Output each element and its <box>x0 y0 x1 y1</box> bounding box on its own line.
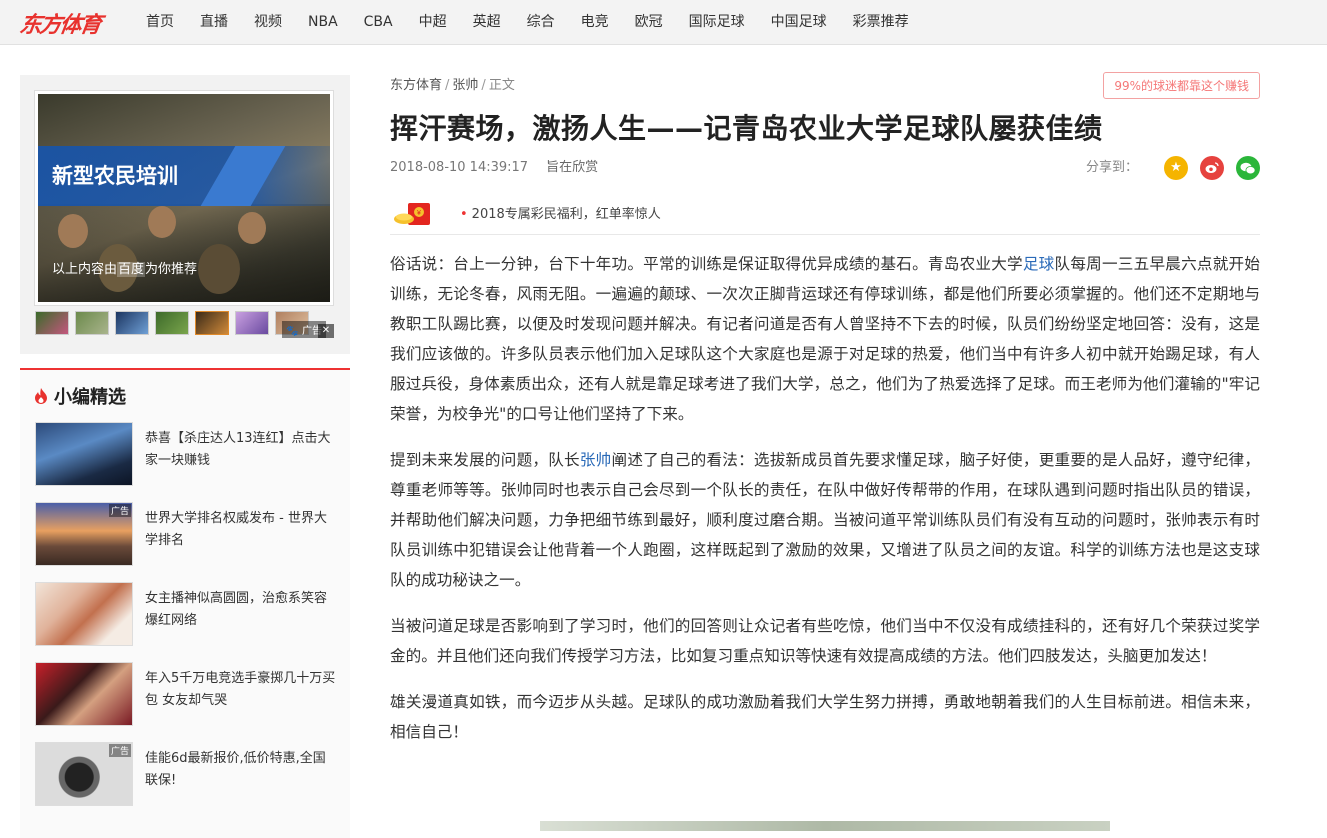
share-bar: 分享到： ★ <box>1086 155 1260 181</box>
ad-caption-prefix: 以上内容由 <box>52 262 118 277</box>
paragraph-text: 俗话说：台上一分钟，台下十年功。平常的训练是保证取得优异成绩的基石。青岛农业大学 <box>390 255 1023 273</box>
pick-ad-badge: 广告 <box>108 744 131 757</box>
ad-box: 新型农民培训 以上内容由百度为你推荐 🐾 广告 ✕ <box>20 75 350 354</box>
editor-picks-header: 小编精选 <box>20 370 350 422</box>
ad-person-shape <box>58 214 88 248</box>
ad-thumbnail[interactable] <box>75 311 109 335</box>
weibo-icon[interactable] <box>1200 156 1224 180</box>
pick-thumbnail[interactable]: 广告 <box>35 502 133 566</box>
flame-icon <box>35 388 47 404</box>
nav-item-china-football[interactable]: 中国足球 <box>771 0 827 45</box>
article-photo <box>540 821 1110 831</box>
weibo-glyph <box>1205 162 1219 173</box>
nav-item-live[interactable]: 直播 <box>200 0 228 45</box>
pick-thumbnail[interactable] <box>35 662 133 726</box>
lottery-promo-text: 2018专属彩民福利，红单率惊人 <box>471 207 661 222</box>
article-paragraph: 雄关漫道真如铁，而今迈步从头越。足球队的成功激励着我们大学生努力拼搏，勇敢地朝着… <box>390 693 1260 741</box>
nav-item-esports[interactable]: 电竞 <box>581 0 609 45</box>
ad-person-shape <box>238 212 266 244</box>
pick-item[interactable]: 广告 佳能6d最新报价,低价特惠,全国联保! <box>20 742 350 822</box>
article-title: 挥汗赛场，激扬人生——记青岛农业大学足球队屡获佳绩 <box>390 112 1103 145</box>
article-paragraph: 俗话说：台上一分钟，台下十年功。平常的训练是保证取得优异成绩的基石。青岛农业大学… <box>390 249 1260 429</box>
left-sidebar: 新型农民培训 以上内容由百度为你推荐 🐾 广告 ✕ 小编精选 恭喜【杀庄达人13… <box>20 75 350 838</box>
editor-picks-title: 小编精选 <box>54 387 126 408</box>
wechat-icon[interactable] <box>1236 156 1260 180</box>
ad-person-shape <box>198 244 240 294</box>
ad-thumbnail[interactable] <box>195 311 229 335</box>
site-logo[interactable]: 东方体育 <box>18 7 103 39</box>
article-paragraph: 当被问道足球是否影响到了学习时，他们的回答则让众记者有些吃惊，他们当中不仅没有成… <box>390 617 1260 665</box>
pick-ad-badge: 广告 <box>108 504 131 517</box>
pick-item[interactable]: 广告 世界大学排名权威发布 - 世界大学排名 <box>20 502 350 582</box>
wechat-glyph <box>1240 162 1256 174</box>
ad-banner-text: 新型农民培训 <box>52 164 178 188</box>
ad-caption-highlight: 百度 <box>117 262 146 277</box>
article-main: 东方体育 / 张帅 / 正文 99%的球迷都靠这个赚钱 挥汗赛场，激扬人生——记青岛农业… <box>390 72 1260 831</box>
keyword-link-football[interactable]: 足球 <box>1023 255 1055 273</box>
pick-item[interactable]: 年入5千万电竞选手豪掷几十万买包 女友却气哭 <box>20 662 350 742</box>
nav-item-ucl[interactable]: 欧冠 <box>635 0 663 45</box>
ad-thumbnail[interactable] <box>35 311 69 335</box>
paragraph-text: 阐述了自己的看法：选拔新成员首先要求懂足球，脑子好使，更重要的是人品好，遵守纪律… <box>390 451 1260 589</box>
keyword-link-zhangshuai[interactable]: 张帅 <box>580 451 612 469</box>
breadcrumb-home[interactable]: 东方体育 <box>390 78 442 93</box>
lottery-promo-link[interactable]: • 2018专属彩民福利，红单率惊人 <box>460 203 661 222</box>
nav-item-home[interactable]: 首页 <box>146 0 174 45</box>
nav-item-video[interactable]: 视频 <box>254 0 282 45</box>
top-nav-bar: 东方体育 首页 直播 视频 NBA CBA 中超 英超 综合 电竞 欧冠 国际足… <box>0 0 1327 45</box>
main-nav: 首页 直播 视频 NBA CBA 中超 英超 综合 电竞 欧冠 国际足球 中国足… <box>146 0 935 45</box>
pick-thumbnail[interactable] <box>35 422 133 486</box>
pick-item[interactable]: 恭喜【杀庄达人13连红】点击大家一块赚钱 <box>20 422 350 502</box>
breadcrumb-separator: / <box>445 78 450 93</box>
breadcrumb-current: 正文 <box>488 78 515 93</box>
ad-thumbnail[interactable] <box>115 311 149 335</box>
paragraph-text: 队每周一三五早晨六点就开始训练，无论冬春，风雨无阻。一遍遍的颠球、一次次正脚背运… <box>390 255 1260 423</box>
ad-close-button[interactable]: ✕ <box>318 324 334 338</box>
ad-image[interactable]: 新型农民培训 以上内容由百度为你推荐 <box>34 90 334 306</box>
ad-caption-suffix: 为你推荐 <box>145 262 198 277</box>
nav-item-epl[interactable]: 英超 <box>473 0 501 45</box>
ad-thumbnail[interactable] <box>235 311 269 335</box>
ad-caption: 以上内容由百度为你推荐 <box>52 258 197 277</box>
nav-item-nba[interactable]: NBA <box>308 0 338 45</box>
nav-item-csl[interactable]: 中超 <box>419 0 447 45</box>
pick-thumbnail[interactable]: 广告 <box>35 742 133 806</box>
article-meta: 2018-08-10 14:39:17 旨在欣赏 分享到： ★ <box>390 155 1260 181</box>
editor-picks: 小编精选 恭喜【杀庄达人13连红】点击大家一块赚钱 广告 世界大学排名权威发布 … <box>20 368 350 838</box>
article-body: 俗话说：台上一分钟，台下十年功。平常的训练是保证取得优异成绩的基石。青岛农业大学… <box>390 249 1260 747</box>
pick-title[interactable]: 佳能6d最新报价,低价特惠,全国联保! <box>145 748 337 792</box>
red-packet-icon[interactable]: ¥ <box>392 199 434 227</box>
paragraph-text: 提到未来发展的问题，队长 <box>390 451 580 469</box>
nav-item-general[interactable]: 综合 <box>527 0 555 45</box>
svg-text:¥: ¥ <box>417 210 421 217</box>
qzone-star-icon[interactable]: ★ <box>1164 156 1188 180</box>
article-paragraph: 提到未来发展的问题，队长张帅阐述了自己的看法：选拔新成员首先要求懂足球，脑子好使… <box>390 445 1260 595</box>
article-source: 旨在欣赏 <box>546 160 599 175</box>
pick-title[interactable]: 世界大学排名权威发布 - 世界大学排名 <box>145 508 337 552</box>
pick-thumbnail[interactable] <box>35 582 133 646</box>
ad-banner: 新型农民培训 <box>38 146 330 206</box>
share-label: 分享到： <box>1085 160 1138 175</box>
ad-thumbnail[interactable] <box>155 311 189 335</box>
breadcrumb-author[interactable]: 张帅 <box>452 78 478 93</box>
pick-title[interactable]: 女主播神似高圆圆，治愈系笑容爆红网络 <box>145 588 337 632</box>
pick-title[interactable]: 恭喜【杀庄达人13连红】点击大家一块赚钱 <box>145 428 337 472</box>
pick-title[interactable]: 年入5千万电竞选手豪掷几十万买包 女友却气哭 <box>145 668 337 712</box>
lottery-promo-row: ¥ • 2018专属彩民福利，红单率惊人 <box>390 195 1260 235</box>
breadcrumb-separator: / <box>481 78 486 93</box>
ad-person-shape <box>148 206 176 238</box>
nav-item-intl-football[interactable]: 国际足球 <box>689 0 745 45</box>
nav-item-lottery[interactable]: 彩票推荐 <box>853 0 909 45</box>
promo-button[interactable]: 99%的球迷都靠这个赚钱 <box>1103 72 1260 99</box>
pick-item[interactable]: 女主播神似高圆圆，治愈系笑容爆红网络 <box>20 582 350 662</box>
bullet-dot: • <box>460 207 468 222</box>
nav-item-cba[interactable]: CBA <box>364 0 393 45</box>
article-time: 2018-08-10 14:39:17 <box>390 160 529 175</box>
